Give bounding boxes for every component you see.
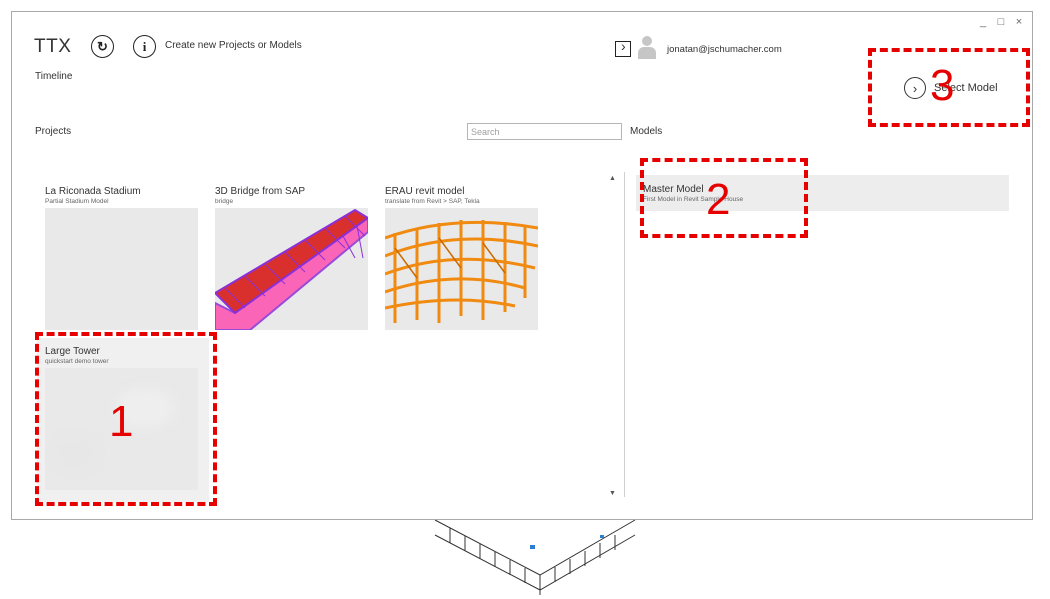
annotation-number-1: 1 xyxy=(109,397,134,446)
avatar xyxy=(638,36,656,60)
project-title: La Riconada Stadium xyxy=(45,186,141,197)
scroll-up-icon[interactable]: ▲ xyxy=(609,175,616,182)
app-window: _ □ × TTX ↻ i Create new Projects or Mod… xyxy=(11,11,1033,520)
project-thumbnail xyxy=(385,208,538,330)
maximize-button[interactable]: □ xyxy=(996,16,1006,28)
refresh-icon: ↻ xyxy=(97,38,108,54)
panel-divider xyxy=(624,172,625,497)
project-subtitle: Partial Stadium Model xyxy=(45,198,109,205)
projects-heading: Projects xyxy=(35,126,72,137)
info-button[interactable]: i xyxy=(133,35,156,58)
close-button[interactable]: × xyxy=(1014,16,1024,28)
project-thumbnail xyxy=(45,208,198,330)
project-subtitle: bridge xyxy=(215,198,234,205)
annotation-number-3: 3 xyxy=(930,61,955,110)
project-card[interactable]: ERAU revit model translate from Revit > … xyxy=(385,186,540,341)
logout-icon[interactable] xyxy=(615,38,631,57)
annotation-number-2: 2 xyxy=(706,175,731,224)
project-card[interactable]: 3D Bridge from SAP bridge xyxy=(215,186,370,341)
timeline-link[interactable]: Timeline xyxy=(35,71,72,82)
minimize-button[interactable]: _ xyxy=(978,16,988,28)
window-controls: _ □ × xyxy=(978,16,1024,28)
create-new-link[interactable]: Create new Projects or Models xyxy=(165,40,302,51)
info-icon: i xyxy=(142,38,147,54)
user-email: jonatan@jschumacher.com xyxy=(667,44,782,55)
project-title: ERAU revit model xyxy=(385,186,465,197)
project-subtitle: translate from Revit > SAP, Tekla xyxy=(385,198,480,205)
projects-scrollbar[interactable]: ▲ ▼ xyxy=(607,175,620,497)
project-card[interactable]: La Riconada Stadium Partial Stadium Mode… xyxy=(45,186,200,341)
project-thumbnail xyxy=(215,208,368,330)
refresh-button[interactable]: ↻ xyxy=(91,35,114,58)
app-title: TTX xyxy=(34,36,72,57)
search-input[interactable] xyxy=(467,123,622,140)
project-title: 3D Bridge from SAP xyxy=(215,186,306,197)
scroll-down-icon[interactable]: ▼ xyxy=(609,490,616,497)
models-heading: Models xyxy=(630,126,663,137)
